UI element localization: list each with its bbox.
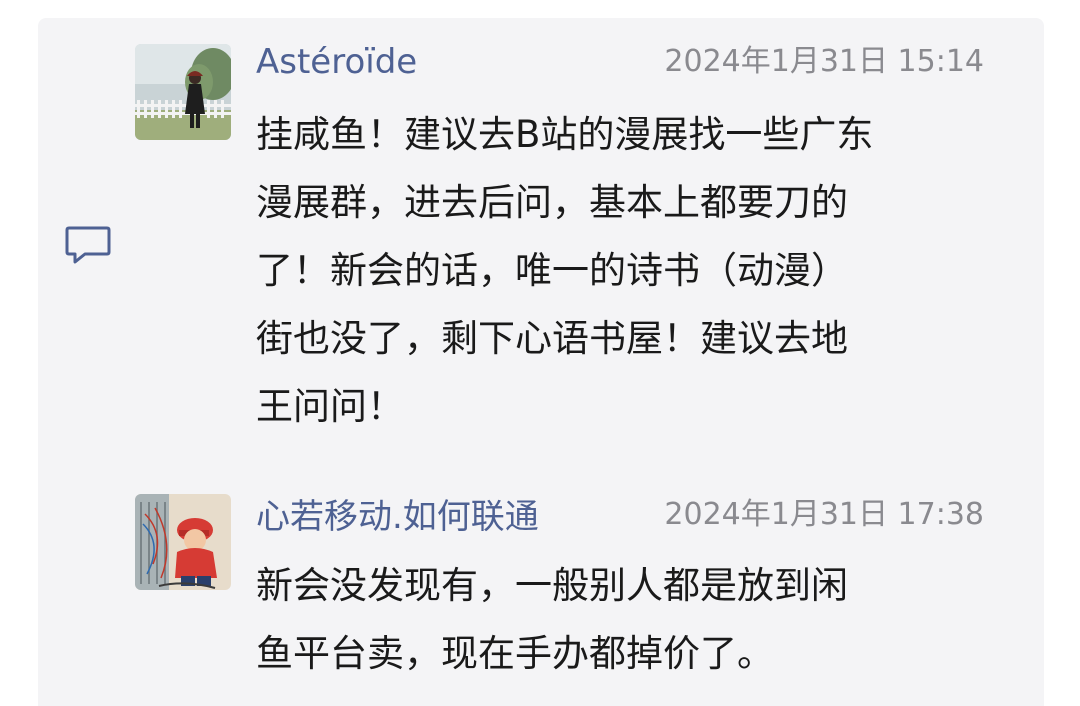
comment-line: 王问问！ [256, 385, 404, 428]
comment-line: 街也没了，剩下心语书屋！建议去地 [256, 317, 848, 360]
comment-line: 了！新会的话，唯一的诗书（动漫） [256, 249, 848, 292]
comment-timestamp: 2024年1月31日 15:14 [664, 44, 984, 79]
comment-author[interactable]: 心若移动.如何联通 [256, 497, 539, 537]
comment-line: 新会没发现有，一般别人都是放到闲 [256, 564, 848, 607]
comment-line: 挂咸鱼！建议去B站的漫展找一些广东 [256, 113, 874, 156]
comment-author[interactable]: Astéroïde [256, 42, 417, 82]
comment-timestamp: 2024年1月31日 17:38 [664, 497, 984, 532]
avatar-photo-image [135, 44, 231, 140]
comment-body: 新会没发现有，一般别人都是放到闲 鱼平台卖，现在手办都掉价了。 [256, 552, 1016, 688]
avatar-illustration-image [135, 494, 231, 590]
comment-bubble-icon[interactable] [63, 222, 113, 268]
avatar[interactable] [135, 44, 231, 140]
comment-body: 挂咸鱼！建议去B站的漫展找一些广东 漫展群，进去后问，基本上都要刀的 了！新会的… [256, 101, 1016, 441]
avatar[interactable] [135, 494, 231, 590]
comment-line: 漫展群，进去后问，基本上都要刀的 [256, 181, 848, 224]
comment-line: 鱼平台卖，现在手办都掉价了。 [256, 632, 774, 675]
